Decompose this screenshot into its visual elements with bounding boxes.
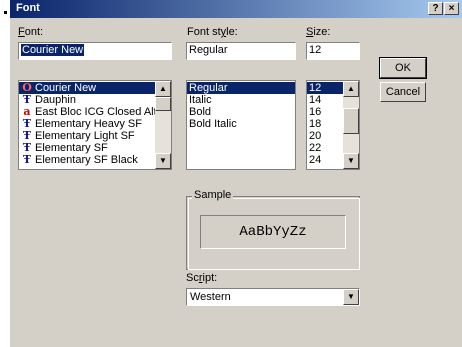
- font-scroll-thumb[interactable]: [155, 97, 171, 111]
- stray-dot: [4, 11, 7, 14]
- size-scroll-down-button[interactable]: ▼: [343, 153, 359, 169]
- truetype-font-icon: Ŧ: [22, 154, 32, 166]
- size-list-scrollbar[interactable]: ▲ ▼: [343, 81, 359, 169]
- font-style-list-item[interactable]: Bold: [187, 106, 295, 118]
- size-label: Size:: [306, 26, 331, 38]
- font-list-item[interactable]: O Courier New: [19, 82, 156, 94]
- font-list-item[interactable]: Ŧ Elementary SF Black: [19, 154, 156, 166]
- script-label: Script:: [186, 272, 218, 284]
- font-list-item[interactable]: a East Bloc ICG Closed Alt: [19, 106, 156, 118]
- font-list-item-label: Courier New: [35, 82, 97, 94]
- font-list-item[interactable]: Ŧ Dauphin: [19, 94, 156, 106]
- ok-button[interactable]: OK: [379, 57, 427, 79]
- close-button[interactable]: ×: [444, 2, 459, 15]
- font-list-item[interactable]: Ŧ Elementary Heavy SF: [19, 118, 156, 130]
- font-style-input[interactable]: Regular: [186, 42, 296, 60]
- font-style-list-item[interactable]: Italic: [187, 94, 295, 106]
- size-list[interactable]: 12 14 16 18 20 22 24 ▲ ▼: [306, 80, 360, 170]
- font-list-item-label: Elementary Light SF: [35, 130, 135, 142]
- font-style-value: Regular: [189, 44, 228, 56]
- sample-preview: AaBbYyZz: [200, 215, 346, 249]
- size-value: 12: [309, 44, 322, 56]
- script-dropdown-arrow-icon[interactable]: ▼: [343, 289, 359, 305]
- font-name-input[interactable]: Courier New: [18, 42, 172, 60]
- size-scroll-thumb[interactable]: [343, 108, 359, 134]
- font-list-item-label: East Bloc ICG Closed Alt: [35, 106, 156, 118]
- font-list[interactable]: O Courier New Ŧ Dauphin a East Bloc ICG Close…: [18, 80, 172, 170]
- truetype-font-icon: Ŧ: [22, 118, 32, 130]
- font-style-list[interactable]: Regular Italic Bold Bold Italic: [186, 80, 296, 170]
- help-button[interactable]: ?: [428, 2, 443, 15]
- truetype-font-icon: Ŧ: [22, 130, 32, 142]
- size-list-item[interactable]: 14: [307, 94, 343, 106]
- sample-label: Sample: [192, 189, 234, 201]
- type1-font-icon: a: [23, 106, 31, 118]
- font-style-list-item[interactable]: Bold Italic: [187, 118, 295, 130]
- font-scroll-up-button[interactable]: ▲: [155, 81, 171, 97]
- size-list-item[interactable]: 16: [307, 106, 343, 118]
- font-list-item-label: Elementary Heavy SF: [35, 118, 142, 130]
- font-list-item-label: Dauphin: [35, 94, 76, 106]
- script-value: Western: [190, 291, 231, 303]
- font-list-scrollbar[interactable]: ▲ ▼: [155, 81, 171, 169]
- size-list-item[interactable]: 12: [307, 82, 343, 94]
- size-list-item[interactable]: 20: [307, 130, 343, 142]
- font-list-item-label: Elementary SF: [35, 142, 108, 154]
- size-list-item[interactable]: 22: [307, 142, 343, 154]
- size-list-item[interactable]: 18: [307, 118, 343, 130]
- font-list-item-label: Elementary SF Black: [35, 154, 138, 166]
- font-name-value: Courier New: [21, 44, 85, 56]
- opentype-font-icon: O: [22, 82, 32, 94]
- font-scroll-down-button[interactable]: ▼: [155, 153, 171, 169]
- font-list-item[interactable]: Ŧ Elementary Light SF: [19, 130, 156, 142]
- cancel-button[interactable]: Cancel: [380, 82, 426, 102]
- font-label: Font:: [18, 26, 44, 38]
- size-scroll-up-button[interactable]: ▲: [343, 81, 359, 97]
- font-list-item[interactable]: Ŧ Elementary SF: [19, 142, 156, 154]
- font-dialog: Font ? × Font: Courier New O Courier New Ŧ…: [10, 0, 462, 347]
- size-list-item[interactable]: 24: [307, 154, 343, 166]
- font-style-label: Font style:: [187, 26, 238, 38]
- font-style-list-item[interactable]: Regular: [187, 82, 295, 94]
- script-select[interactable]: Western ▼: [186, 288, 360, 306]
- dialog-title: Font: [16, 2, 40, 14]
- truetype-font-icon: Ŧ: [22, 142, 32, 154]
- size-input[interactable]: 12: [306, 42, 360, 60]
- truetype-font-icon: Ŧ: [22, 94, 32, 106]
- title-bar[interactable]: Font ? ×: [10, 0, 462, 18]
